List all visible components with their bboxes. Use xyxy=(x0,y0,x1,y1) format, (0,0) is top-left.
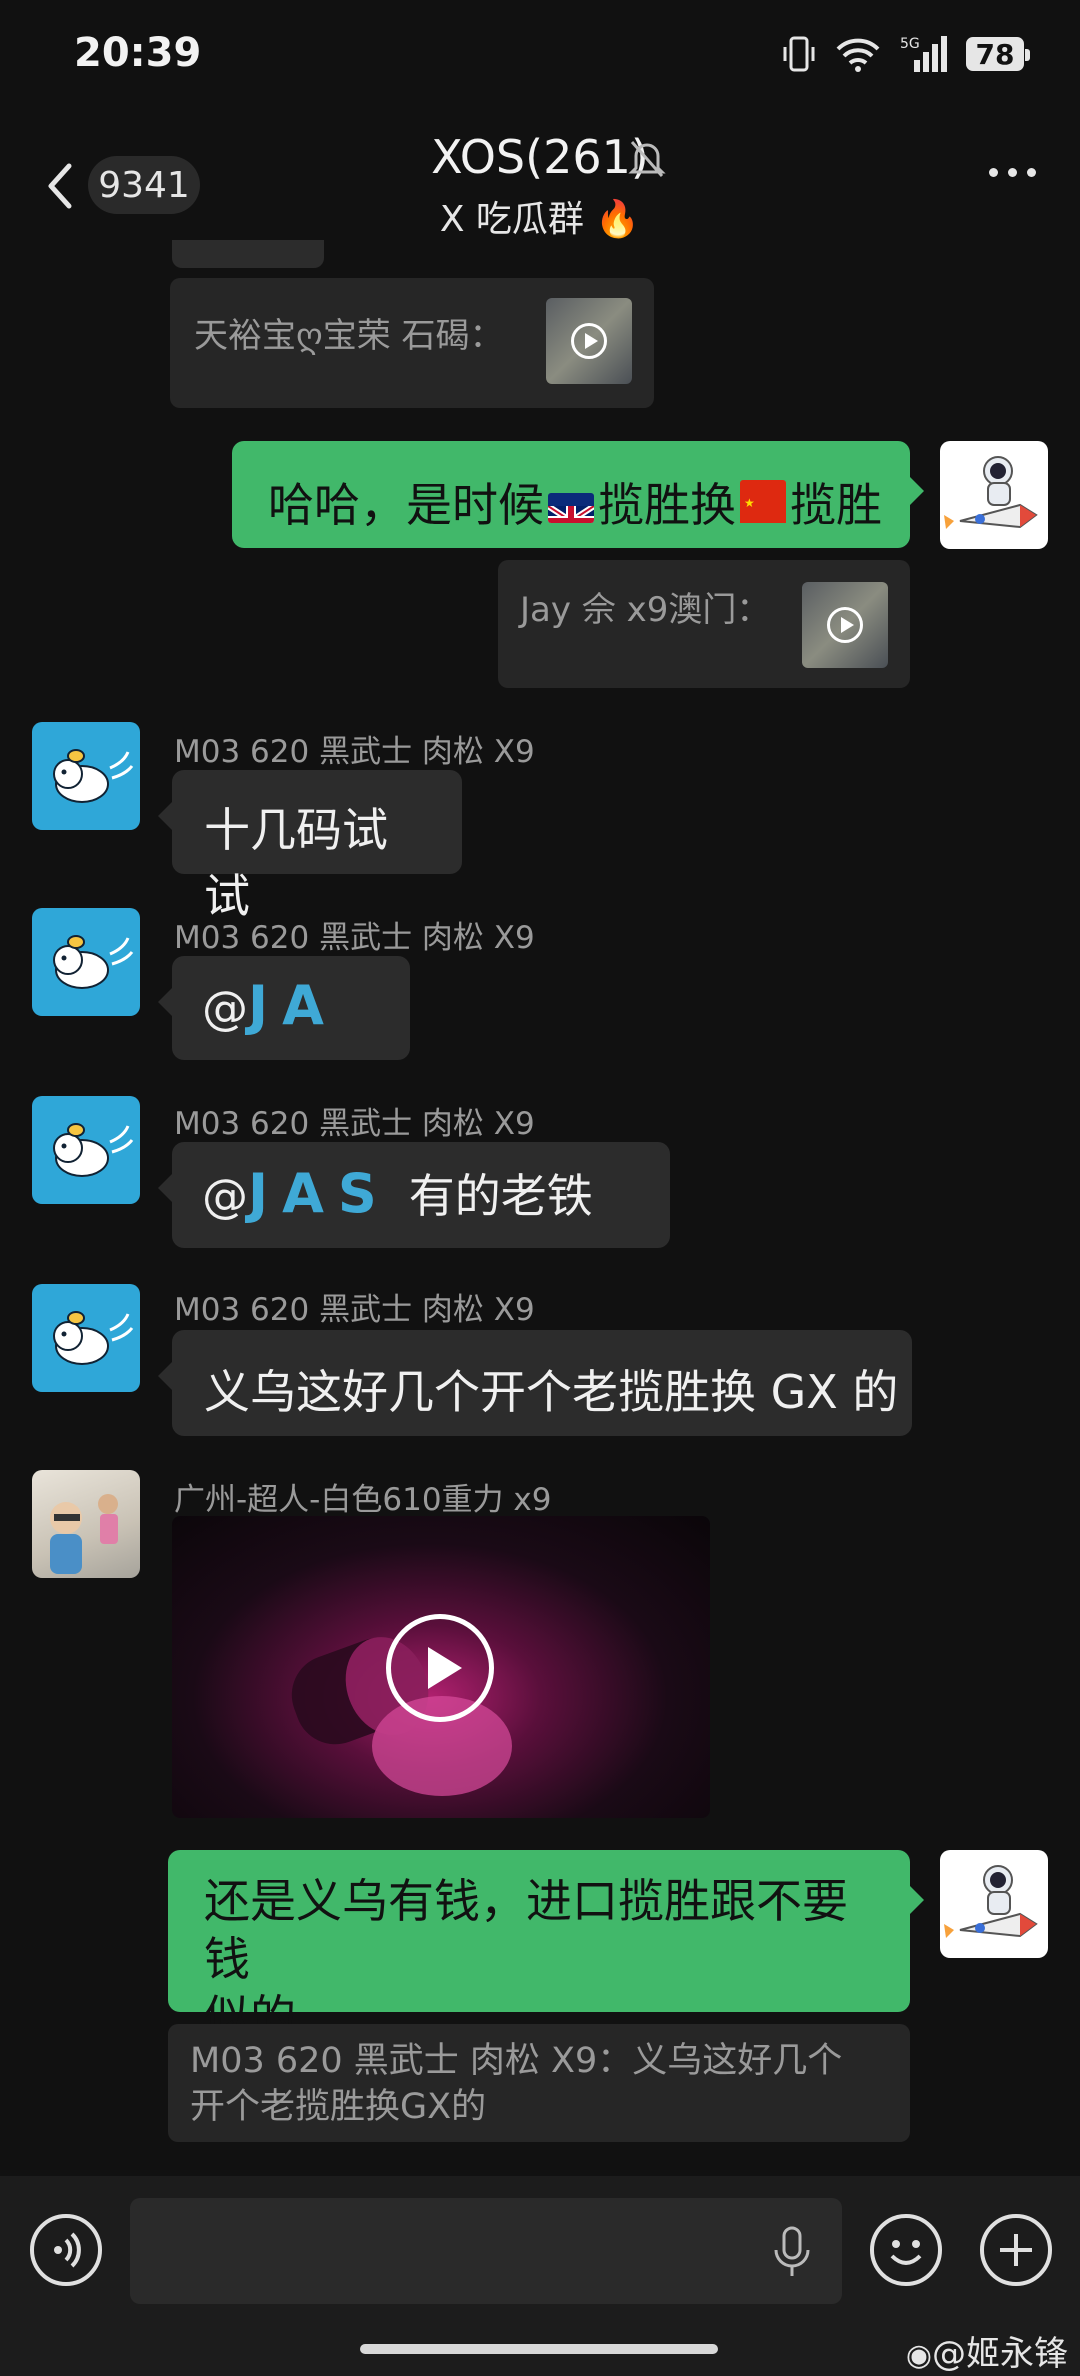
sender-avatar[interactable] xyxy=(32,1470,140,1578)
quoted-message[interactable]: M03 620 黑武士 肉松 X9：义乌这好几个 开个老揽胜换GX的 xyxy=(168,2024,910,2142)
sender-avatar[interactable] xyxy=(32,722,140,830)
clipped-bubble xyxy=(172,240,324,268)
signal-icon: 5G xyxy=(900,36,947,72)
play-icon xyxy=(827,607,863,643)
mention-text[interactable]: JA xyxy=(248,974,338,1037)
message-text: 哈哈，是时候 xyxy=(268,478,544,532)
message-text: 义乌这好几个开个老揽胜换 GX 的 xyxy=(204,1365,899,1419)
svg-text:5G: 5G xyxy=(900,36,920,52)
mute-bell-icon xyxy=(628,138,666,184)
own-message-bubble[interactable]: 哈哈，是时候 揽胜换 ★ 揽胜 xyxy=(232,441,924,548)
own-message-bubble[interactable]: 还是义乌有钱，进口揽胜跟不要钱 似的 xyxy=(168,1850,924,2044)
add-attachment-button[interactable] xyxy=(980,2214,1052,2286)
status-icons: 5G 78 xyxy=(782,34,1030,74)
group-subtitle: X 吃瓜群 🔥 xyxy=(439,199,641,240)
message-text: 揽胜换 xyxy=(598,478,736,532)
smiley-icon xyxy=(890,2240,922,2265)
battery-icon: 78 xyxy=(966,37,1030,71)
quote-text: Jay 佘 x9澳门： xyxy=(520,590,771,630)
sender-name: M03 620 黑武士 肉松 X9 xyxy=(174,734,535,770)
sender-name: M03 620 黑武士 肉松 X9 xyxy=(174,1292,535,1328)
sender-name: M03 620 黑武士 肉松 X9 xyxy=(174,1106,535,1142)
group-title: XOS(261) xyxy=(431,130,649,184)
home-indicator[interactable] xyxy=(360,2344,718,2354)
message-bubble[interactable]: 十几码试试 xyxy=(158,770,462,923)
wifi-icon xyxy=(836,38,880,72)
voice-input-button[interactable] xyxy=(30,2214,102,2286)
emoji-button[interactable] xyxy=(870,2214,942,2286)
play-icon[interactable] xyxy=(386,1614,494,1722)
sender-avatar[interactable] xyxy=(32,908,140,1016)
at-symbol: @ xyxy=(202,981,248,1035)
play-icon xyxy=(571,323,607,359)
own-avatar[interactable] xyxy=(940,1850,1048,1958)
at-symbol: @ xyxy=(202,1169,248,1223)
message-bubble[interactable]: @JAS 有的老铁 xyxy=(158,1142,670,1248)
message-text: 揽胜 xyxy=(790,478,882,532)
message-bubble[interactable]: 义乌这好几个开个老揽胜换 GX 的 xyxy=(158,1330,912,1436)
microphone-icon[interactable] xyxy=(772,2226,812,2284)
message-text: 还是义乌有钱，进口揽胜跟不要钱 xyxy=(204,1874,848,1986)
quote-text: 开个老揽胜换GX的 xyxy=(190,2087,487,2127)
quoted-video-reply[interactable]: Jay 佘 x9澳门： xyxy=(498,560,910,688)
mention-text[interactable]: JAS xyxy=(248,1162,391,1225)
svg-text:★: ★ xyxy=(744,496,755,510)
uk-flag-icon xyxy=(548,493,594,523)
voice-wave-icon xyxy=(54,2232,81,2268)
more-options-button[interactable] xyxy=(989,168,1036,177)
weibo-icon: ◉ xyxy=(905,2338,932,2373)
vibrate-icon xyxy=(783,36,815,72)
sender-name: 广州-超人-白色610重力 x9 xyxy=(174,1482,552,1518)
sender-avatar[interactable] xyxy=(32,1096,140,1204)
status-time: 20:39 xyxy=(74,30,202,76)
message-text: 十几码试试 xyxy=(204,803,388,923)
weibo-watermark: ◉@姬永锋 xyxy=(906,2326,1068,2375)
quoted-video-reply[interactable]: 天裕宝ღ宝荣 石碣： xyxy=(170,278,654,408)
watermark-text: @姬永锋 xyxy=(932,2334,1068,2374)
quote-text: M03 620 黑武士 肉松 X9：义乌这好几个 xyxy=(190,2041,843,2081)
china-flag-icon: ★ xyxy=(740,480,786,523)
quote-text: 天裕宝ღ宝荣 石碣： xyxy=(194,316,504,356)
sender-name: M03 620 黑武士 肉松 X9 xyxy=(174,920,535,956)
sender-avatar[interactable] xyxy=(32,1284,140,1392)
plus-icon xyxy=(1000,2234,1032,2266)
message-text: 有的老铁 xyxy=(408,1169,593,1223)
message-bubble[interactable]: @JA xyxy=(158,956,410,1060)
message-input[interactable] xyxy=(130,2198,842,2304)
own-avatar[interactable] xyxy=(940,441,1048,549)
